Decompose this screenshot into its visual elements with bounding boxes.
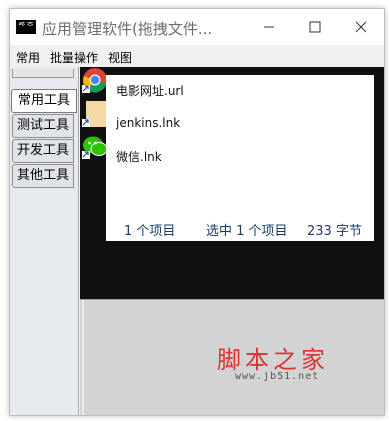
file-row[interactable]: 微信.lnk <box>106 141 374 169</box>
tab-strip: 常用工具 测试工具 开发工具 其他工具 <box>10 67 79 415</box>
maximize-icon <box>309 21 321 33</box>
window-title: 应用管理软件(拖拽文件... <box>42 20 213 38</box>
chrome-icon[interactable] <box>82 67 108 93</box>
watermark-logo: 脚本之家 <box>217 346 329 374</box>
tab-test-tools[interactable]: 测试工具 <box>12 114 74 138</box>
menu-view[interactable]: 视图 <box>108 49 132 66</box>
status-item-count: 1 个项目 <box>124 224 176 239</box>
menu-bar: 常用 批量操作 视图 <box>10 45 384 67</box>
maximize-button[interactable] <box>292 9 338 45</box>
file-name: 微信.lnk <box>116 150 162 164</box>
panel-divider <box>82 300 84 415</box>
file-list-panel: 电影网址.url jenkins.lnk 微信.lnk 1 个项目 选中 1 个… <box>106 75 374 241</box>
file-row[interactable]: jenkins.lnk <box>106 109 374 137</box>
file-name: jenkins.lnk <box>116 116 181 130</box>
tab-other-tools[interactable]: 其他工具 <box>12 164 74 188</box>
jenkins-icon[interactable] <box>82 101 108 127</box>
file-name: 电影网址.url <box>116 84 184 98</box>
minimize-icon <box>264 26 274 28</box>
status-bar: 1 个项目 选中 1 个项目 233 字节 <box>106 215 374 241</box>
status-size: 233 字节 <box>307 224 362 239</box>
title-bar[interactable]: ᄚᄒ 应用管理软件(拖拽文件... <box>10 9 384 45</box>
tab-dev-tools[interactable]: 开发工具 <box>12 139 74 163</box>
app-icon: ᄚᄒ <box>16 20 36 34</box>
close-button[interactable] <box>338 9 384 45</box>
minimize-button[interactable] <box>246 9 292 45</box>
menu-batch[interactable]: 批量操作 <box>50 49 98 66</box>
watermark-url: www.jb51.net <box>235 371 320 382</box>
file-drop-area[interactable]: 电影网址.url jenkins.lnk 微信.lnk 1 个项目 选中 1 个… <box>80 67 384 299</box>
file-row[interactable]: 电影网址.url <box>106 75 374 103</box>
close-icon <box>355 21 367 33</box>
status-selected-count: 选中 1 个项目 <box>206 224 288 239</box>
tab-common-tools[interactable]: 常用工具 <box>11 89 77 113</box>
wechat-icon[interactable] <box>82 133 108 159</box>
tab-scroll-stub <box>12 69 74 78</box>
menu-common[interactable]: 常用 <box>16 49 40 66</box>
